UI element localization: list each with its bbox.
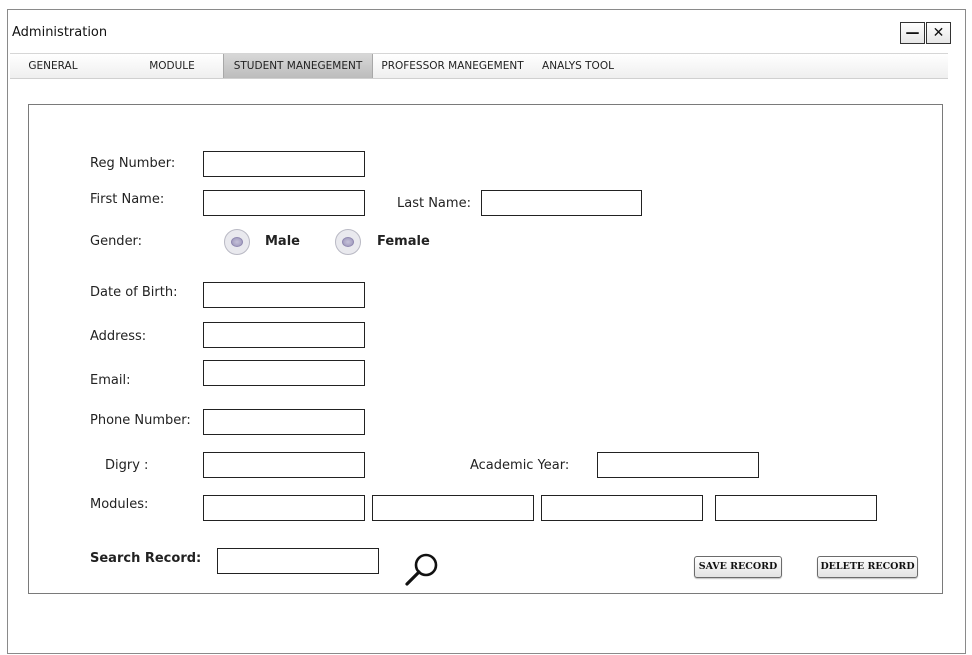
save-record-button[interactable]: SAVE RECORD [694,556,782,578]
academic-year-label: Academic Year: [470,458,570,473]
minimize-icon: — [905,25,920,41]
gender-male-label: Male [265,234,300,249]
tab-professor-manegement[interactable]: PROFESSOR MANEGEMENT [373,54,532,78]
gender-female-radio[interactable] [335,229,361,255]
email-label: Email: [90,373,131,388]
tab-strip: GENERAL MODULE STUDENT MANEGEMENT PROFES… [10,53,948,79]
search-record-input[interactable] [217,548,379,574]
reg-number-input[interactable] [203,151,365,177]
last-name-label: Last Name: [397,196,471,211]
first-name-input[interactable] [203,190,365,216]
tab-general[interactable]: GENERAL [10,54,96,78]
modules-label: Modules: [90,497,149,512]
module-input-1[interactable] [203,495,365,521]
tab-student-manegement[interactable]: STUDENT MANEGEMENT [223,54,373,78]
gender-female-label: Female [377,234,430,249]
module-input-3[interactable] [541,495,703,521]
digry-input[interactable] [203,452,365,478]
reg-number-label: Reg Number: [90,156,176,171]
email-input[interactable] [203,360,365,386]
first-name-label: First Name: [90,192,165,207]
tab-module[interactable]: MODULE [124,54,220,78]
tab-analys-tool[interactable]: ANALYS TOOL [532,54,624,78]
date-of-birth-input[interactable] [203,282,365,308]
window-title: Administration [12,25,108,40]
delete-record-button[interactable]: DELETE RECORD [817,556,918,578]
gender-label: Gender: [90,234,143,249]
gender-male-radio[interactable] [224,229,250,255]
address-input[interactable] [203,322,365,348]
radio-dot-icon [231,237,243,247]
address-label: Address: [90,329,147,344]
title-bar: Administration — ✕ [8,10,965,56]
search-record-label: Search Record: [90,551,202,566]
magnifier-icon[interactable] [402,550,442,590]
close-icon: ✕ [932,25,945,41]
phone-number-input[interactable] [203,409,365,435]
module-input-2[interactable] [372,495,534,521]
module-input-4[interactable] [715,495,877,521]
minimize-button[interactable]: — [900,22,925,44]
close-button[interactable]: ✕ [926,22,951,44]
date-of-birth-label: Date of Birth: [90,285,178,300]
digry-label: Digry : [105,458,149,473]
academic-year-input[interactable] [597,452,759,478]
phone-number-label: Phone Number: [90,413,191,428]
last-name-input[interactable] [481,190,642,216]
radio-dot-icon [342,237,354,247]
